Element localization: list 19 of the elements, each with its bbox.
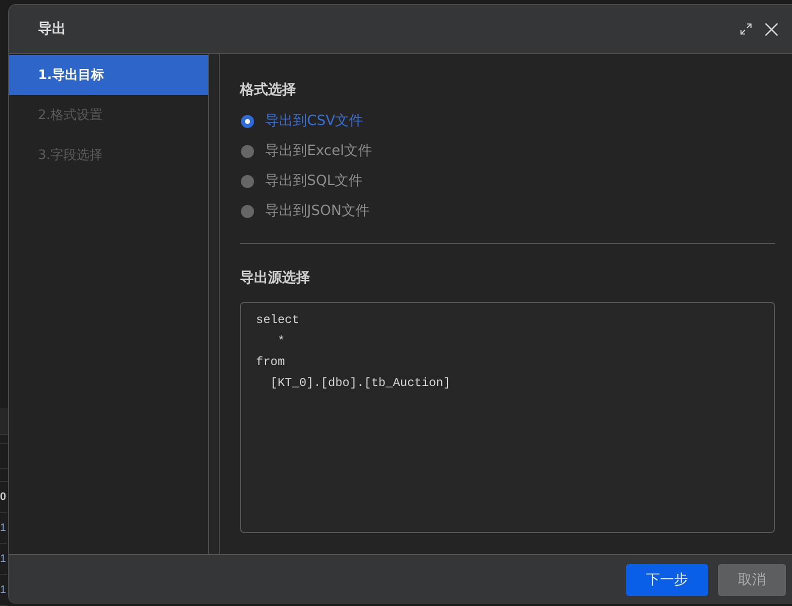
step-item[interactable]: 3.字段选择 bbox=[9, 135, 208, 175]
table-cell: 1 bbox=[0, 575, 7, 606]
dialog-title: 导出 bbox=[38, 20, 66, 38]
step-item[interactable]: 1.导出目标 bbox=[9, 55, 208, 95]
table-cell: 0 bbox=[0, 482, 7, 513]
section-heading: 格式选择 bbox=[240, 81, 296, 100]
cancel-button[interactable]: 取消 bbox=[718, 564, 786, 596]
section-heading: 导出源选择 bbox=[240, 269, 310, 288]
radio-option[interactable]: 导出到JSON文件 bbox=[240, 196, 370, 226]
close-icon[interactable] bbox=[765, 22, 778, 36]
maximize-icon[interactable] bbox=[740, 23, 752, 35]
next-button[interactable]: 下一步 bbox=[626, 564, 708, 596]
table-cell: 1 bbox=[0, 544, 7, 575]
table-cell: 1 bbox=[0, 513, 7, 544]
radio-option[interactable]: 导出到Excel文件 bbox=[240, 136, 372, 166]
radio-option[interactable]: 导出到CSV文件 bbox=[240, 106, 364, 136]
code-editor[interactable]: select * from [KT_0].[dbo].[tb_Auction] bbox=[240, 302, 775, 533]
step-item[interactable]: 2.格式设置 bbox=[9, 95, 208, 135]
radio-option[interactable]: 导出到SQL文件 bbox=[240, 166, 363, 196]
